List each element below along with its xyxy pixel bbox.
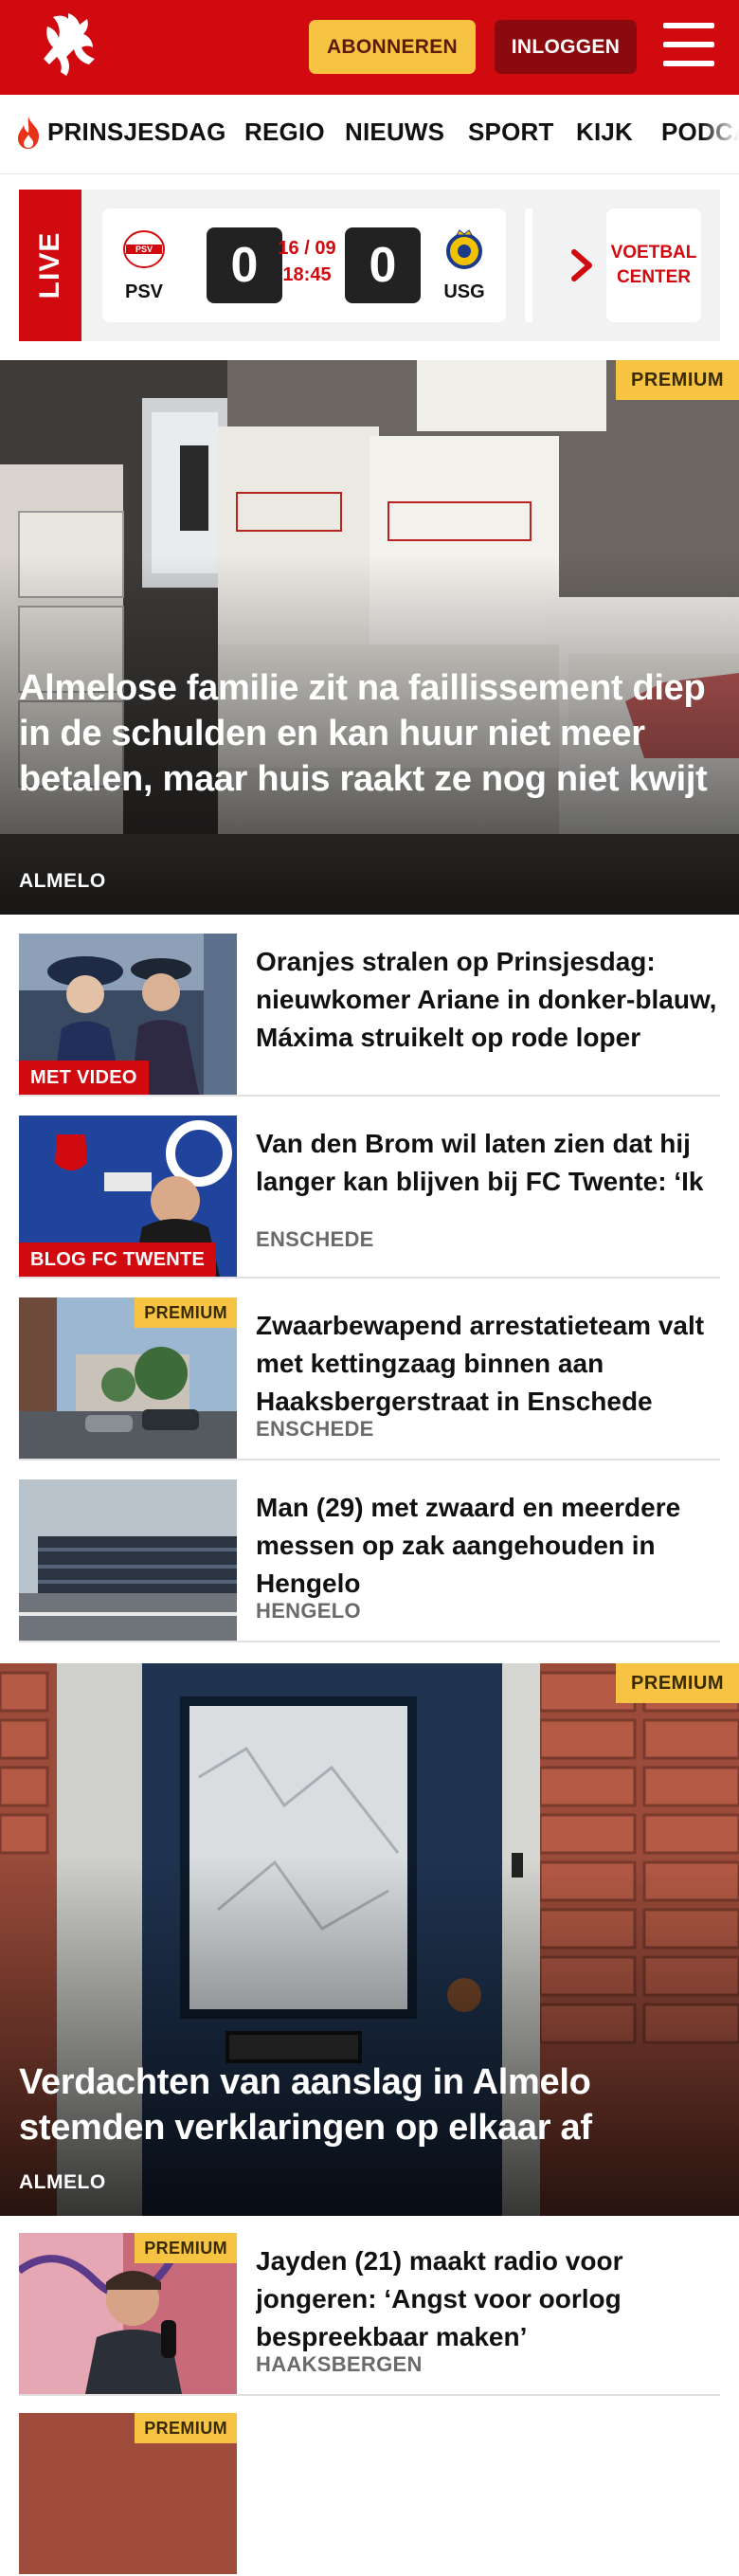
nav-fade <box>701 95 739 173</box>
home-club-name: PSV <box>124 281 164 302</box>
match-date: 16 / 09 <box>278 238 336 259</box>
live-scores-bar: LIVE PSV PSV 0 16 / 09 18:45 0 USG VOETB… <box>19 190 720 341</box>
home-club: PSV PSV <box>116 227 172 303</box>
blog-label: BLOG FC TWENTE <box>19 1243 217 1277</box>
psv-crest-icon: PSV <box>123 230 165 268</box>
live-tag: LIVE <box>19 190 81 341</box>
match-time: 18:45 <box>282 264 332 285</box>
kickoff-info: 16 / 09 18:45 <box>269 235 345 288</box>
premium-badge: PREMIUM <box>135 1297 237 1328</box>
video-label: MET VIDEO <box>19 1061 149 1095</box>
section-nav: PRINSJESDAG REGIO NIEUWS SPORT KIJK PODC… <box>0 95 739 174</box>
article-location: ENSCHEDE <box>256 1417 374 1441</box>
menu-icon[interactable] <box>663 23 714 66</box>
article-thumbnail: PREMIUM <box>19 2233 237 2394</box>
top-header: ABONNEREN INLOGGEN <box>0 0 739 95</box>
usg-crest-icon <box>446 229 482 269</box>
article-thumbnail: MET VIDEO <box>19 934 237 1095</box>
match-card[interactable]: PSV PSV 0 16 / 09 18:45 0 USG <box>102 209 506 322</box>
subscribe-button[interactable]: ABONNEREN <box>309 20 476 74</box>
hero-headline[interactable]: Verdachten van aanslag in Almelo stemden… <box>19 2059 720 2150</box>
svg-text:PSV: PSV <box>135 245 153 254</box>
nav-item-sport[interactable]: SPORT <box>468 118 554 147</box>
list-item[interactable]: PREMIUM <box>19 2413 720 2576</box>
away-club-name: USG <box>443 281 485 302</box>
article-thumbnail <box>19 1479 237 1641</box>
list-item[interactable]: MET VIDEO Oranjes stralen op Prinsjesdag… <box>19 934 720 1097</box>
nav-item-kijk[interactable]: KIJK <box>576 118 633 147</box>
voetbal-center-button[interactable]: VOETBAL CENTER <box>606 209 701 322</box>
article-thumbnail: PREMIUM <box>19 1297 237 1459</box>
flame-icon <box>18 117 40 149</box>
article-title[interactable]: Man (29) met zwaard en meerdere messen o… <box>256 1489 720 1603</box>
away-club: USG <box>436 227 493 303</box>
list-item[interactable]: PREMIUM Jayden (21) maakt radio voor jon… <box>19 2233 720 2396</box>
article-title[interactable]: Van den Brom wil laten zien dat hij lang… <box>256 1125 720 1201</box>
article-title[interactable]: Zwaarbewapend arrestatieteam valt met ke… <box>256 1307 720 1421</box>
police-station-image <box>19 1479 237 1641</box>
article-location: HENGELO <box>256 1599 361 1623</box>
article-title[interactable]: Oranjes stralen op Prinsjesdag: nieuwkom… <box>256 943 720 1057</box>
premium-badge: PREMIUM <box>135 2413 237 2443</box>
hero-headline[interactable]: Almelose familie zit na faillissement di… <box>19 665 720 802</box>
article-location: HAAKSBERGEN <box>256 2352 423 2376</box>
premium-badge: PREMIUM <box>616 360 739 400</box>
article-thumbnail: BLOG FC TWENTE <box>19 1116 237 1277</box>
list-item[interactable]: PREMIUM Zwaarbewapend arrestatieteam val… <box>19 1297 720 1460</box>
next-match-card-edge[interactable] <box>525 209 532 322</box>
list-item[interactable]: BLOG FC TWENTE Van den Brom wil laten zi… <box>19 1116 720 1279</box>
chevron-right-icon[interactable] <box>565 246 599 284</box>
premium-badge: PREMIUM <box>616 1663 739 1703</box>
nav-item-nieuws[interactable]: NIEUWS <box>345 118 444 147</box>
hero-article-1[interactable]: PREMIUM Almelose familie zit na failliss… <box>0 360 739 915</box>
away-score: 0 <box>345 227 421 303</box>
list-item[interactable]: Man (29) met zwaard en meerdere messen o… <box>19 1479 720 1642</box>
nav-item-prinsjesdag[interactable]: PRINSJESDAG <box>47 118 226 147</box>
hero-location: ALMELO <box>19 2171 106 2193</box>
article-location: ENSCHEDE <box>256 1227 374 1251</box>
hero-article-2[interactable]: PREMIUM Verdachten van aanslag in Almelo… <box>0 1663 739 2216</box>
login-button[interactable]: INLOGGEN <box>495 20 637 74</box>
article-thumbnail: PREMIUM <box>19 2413 237 2574</box>
nav-item-regio[interactable]: REGIO <box>244 118 325 147</box>
article-title[interactable]: Jayden (21) maakt radio voor jongeren: ‘… <box>256 2242 720 2356</box>
hero-location: ALMELO <box>19 870 106 892</box>
tubantia-horse-logo-icon[interactable] <box>28 8 106 85</box>
premium-badge: PREMIUM <box>135 2233 237 2263</box>
